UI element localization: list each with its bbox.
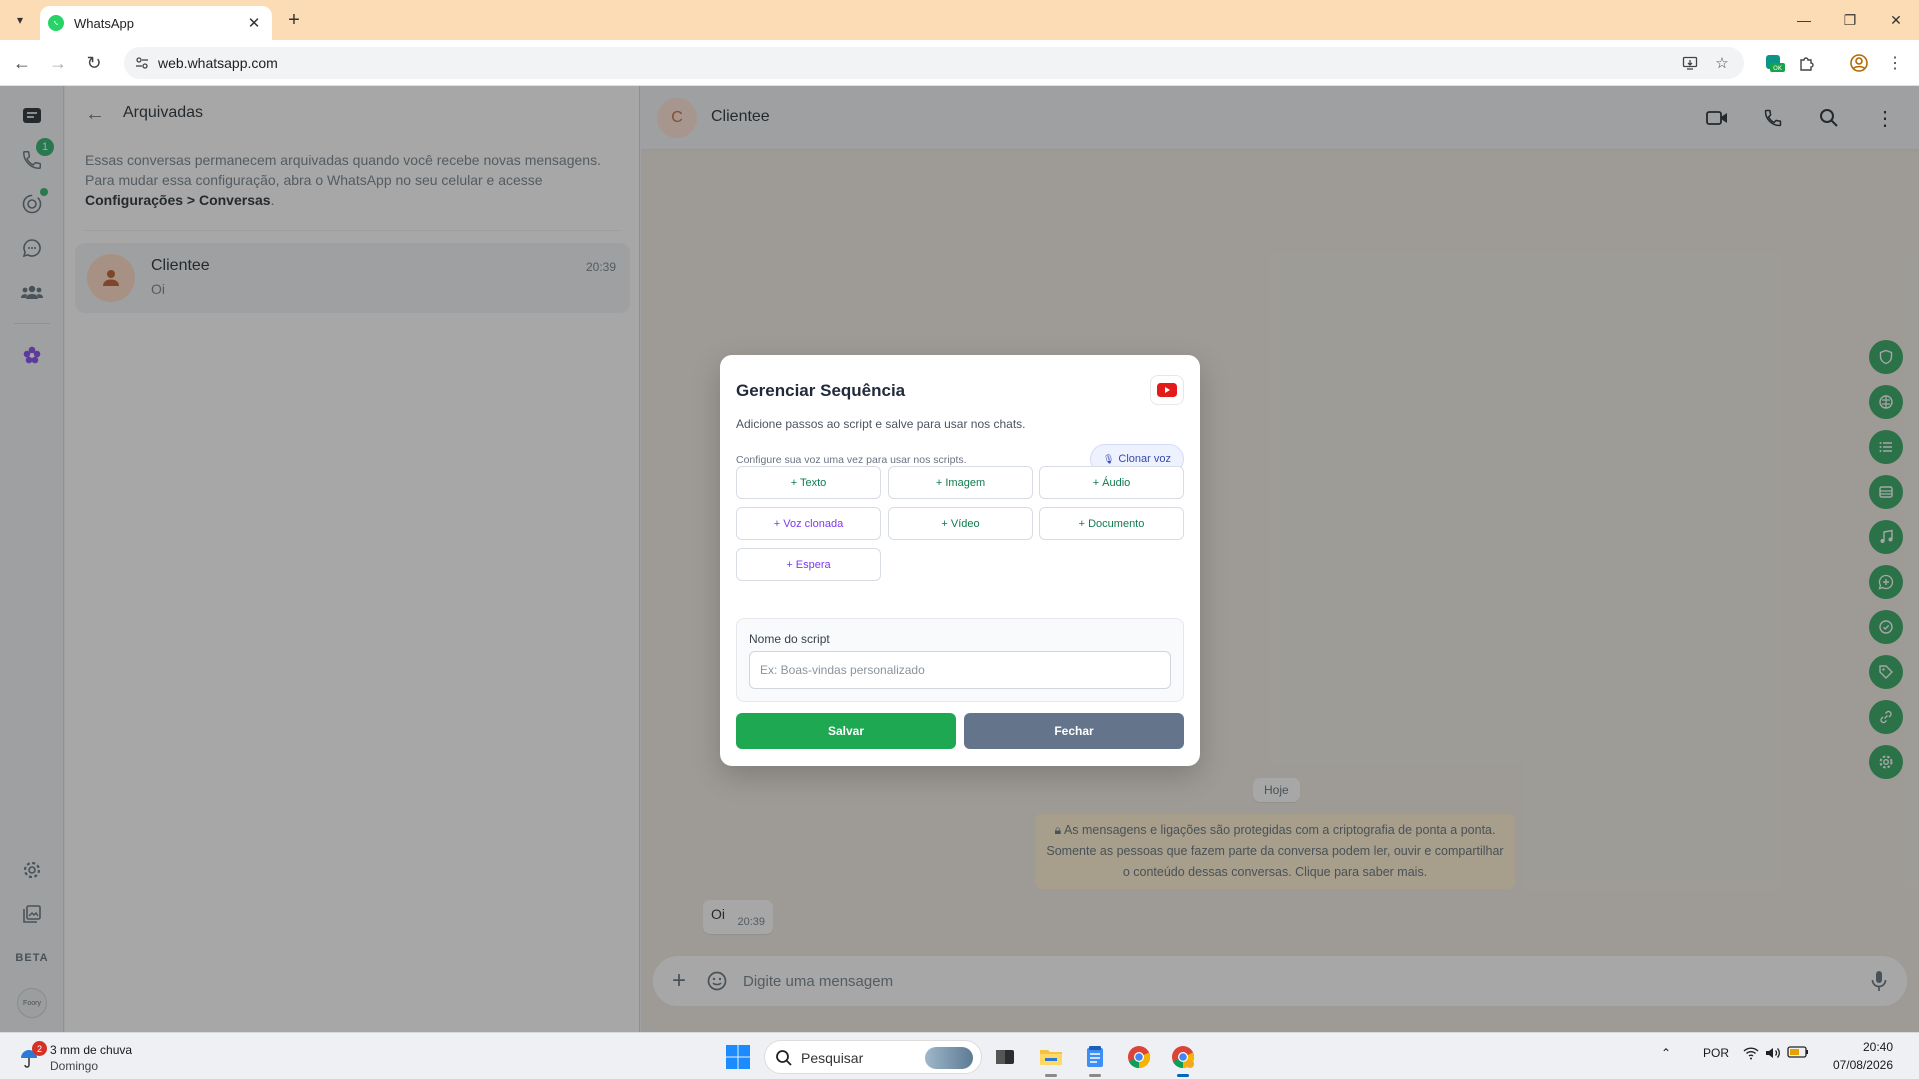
forward-arrow-icon[interactable]: → xyxy=(44,49,72,77)
volume-icon[interactable] xyxy=(1765,1046,1781,1063)
browser-toolbar: ← → ↻ web.whatsapp.com ☆ OK ⋮ xyxy=(0,40,1919,86)
weather-day: Domingo xyxy=(50,1059,99,1073)
modal-title: Gerenciar Sequência xyxy=(736,381,906,400)
clone-voice-label: Clonar voz xyxy=(1118,453,1171,465)
youtube-tutorial-button[interactable] xyxy=(1150,375,1184,405)
site-info-icon[interactable] xyxy=(134,55,150,71)
browser-menu-icon[interactable]: ⋮ xyxy=(1884,52,1906,74)
taskbar-search-box[interactable]: Pesquisar xyxy=(764,1040,982,1074)
profile-icon[interactable] xyxy=(1848,52,1870,74)
notepad-app-icon[interactable] xyxy=(1080,1042,1110,1077)
script-name-input[interactable] xyxy=(749,651,1171,689)
manage-sequence-modal: Gerenciar Sequência Adicione passos ao s… xyxy=(720,355,1200,766)
extensions-puzzle-icon[interactable] xyxy=(1796,52,1818,74)
active-indicator xyxy=(1177,1074,1189,1077)
browser-tab-bar: ▾ WhatsApp ✕ + — ❐ ✕ xyxy=(0,0,1919,40)
tab-title: WhatsApp xyxy=(74,15,134,31)
weather-notification-badge: 2 xyxy=(32,1041,47,1056)
add-document-step-button[interactable]: + Documento xyxy=(1039,507,1184,540)
os-taskbar: 2 3 mm de chuva Domingo Pesquisar ⌃ POR xyxy=(0,1032,1919,1079)
battery-icon[interactable] xyxy=(1787,1046,1809,1061)
script-name-section: Nome do script xyxy=(736,618,1184,702)
keyboard-language[interactable]: POR xyxy=(1703,1046,1729,1060)
add-cloned-voice-step-button[interactable]: + Voz clonada xyxy=(736,507,881,540)
add-text-step-button[interactable]: + Texto xyxy=(736,466,881,499)
chrome-app-icon[interactable] xyxy=(1124,1042,1154,1072)
save-button[interactable]: Salvar xyxy=(736,713,956,749)
chrome-profile-app-icon[interactable] xyxy=(1168,1042,1198,1077)
modal-subtitle: Adicione passos ao script e salve para u… xyxy=(736,417,1026,431)
weather-widget[interactable]: 2 3 mm de chuva Domingo xyxy=(14,1039,214,1075)
close-button[interactable]: Fechar xyxy=(964,713,1184,749)
restore-window-icon[interactable]: ❐ xyxy=(1830,6,1870,34)
running-indicator xyxy=(1089,1074,1101,1077)
windows-start-icon[interactable] xyxy=(724,1043,752,1071)
address-bar[interactable]: web.whatsapp.com ☆ xyxy=(124,47,1744,79)
taskbar-search-placeholder: Pesquisar xyxy=(801,1050,864,1066)
bookmark-star-icon[interactable]: ☆ xyxy=(1712,53,1732,73)
youtube-icon xyxy=(1157,383,1177,397)
search-highlight-image xyxy=(925,1047,973,1069)
running-indicator xyxy=(1045,1074,1057,1077)
tab-search-chevron-icon[interactable]: ▾ xyxy=(8,8,32,32)
clock-time[interactable]: 20:40 xyxy=(1863,1040,1893,1054)
add-image-step-button[interactable]: + Imagem xyxy=(888,466,1033,499)
add-video-step-button[interactable]: + Vídeo xyxy=(888,507,1033,540)
install-app-icon[interactable] xyxy=(1680,53,1700,73)
tab-close-icon[interactable]: ✕ xyxy=(244,13,264,33)
system-tray: ⌃ POR 20:40 07/08/2026 xyxy=(1649,1033,1909,1079)
svg-text:OK: OK xyxy=(1773,65,1783,72)
close-window-icon[interactable]: ✕ xyxy=(1876,6,1916,34)
back-arrow-icon[interactable]: ← xyxy=(8,49,36,77)
terminal-app-icon[interactable] xyxy=(990,1042,1020,1072)
extension-ok-icon[interactable]: OK xyxy=(1764,52,1786,74)
url-text: web.whatsapp.com xyxy=(158,55,278,71)
script-name-label: Nome do script xyxy=(749,632,830,646)
microphone-icon: 🎙︎ xyxy=(1102,453,1115,464)
search-icon xyxy=(776,1050,792,1066)
browser-tab-whatsapp[interactable]: WhatsApp ✕ xyxy=(40,6,272,40)
wifi-icon[interactable] xyxy=(1743,1046,1759,1063)
new-tab-plus-icon[interactable]: + xyxy=(282,8,306,32)
clock-date[interactable]: 07/08/2026 xyxy=(1833,1058,1893,1072)
add-wait-step-button[interactable]: + Espera xyxy=(736,548,881,581)
tray-chevron-up-icon[interactable]: ⌃ xyxy=(1661,1046,1671,1060)
voice-hint-text: Configure sua voz uma vez para usar nos … xyxy=(736,454,967,466)
whatsapp-favicon-icon xyxy=(48,15,64,31)
minimize-window-icon[interactable]: — xyxy=(1784,6,1824,34)
reload-icon[interactable]: ↻ xyxy=(80,49,108,77)
weather-summary: 3 mm de chuva xyxy=(50,1043,133,1057)
add-audio-step-button[interactable]: + Áudio xyxy=(1039,466,1184,499)
file-explorer-icon[interactable] xyxy=(1036,1042,1066,1077)
